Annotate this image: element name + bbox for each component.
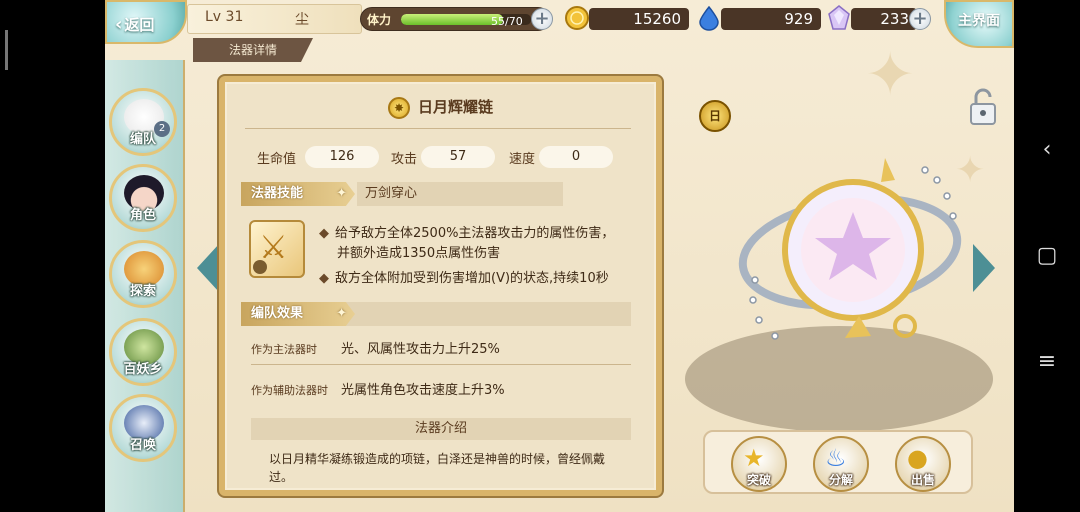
edge-indicator [5,30,8,70]
nav-item-summon[interactable]: 召唤 [109,394,177,462]
spd-value: 0 [539,146,613,168]
game-screen: ✦ ✦ ✦ ‹返回 Lv 31 尘 法器详情 体力 55/70 + 15260 … [105,0,1014,512]
atk-value: 57 [421,146,495,168]
sub-effect-value: 光属性角色攻击速度上升3% [341,383,505,398]
lock-button[interactable] [967,86,999,126]
spd-label: 速度 [509,152,536,167]
flame-icon: ♨ [825,444,847,472]
team-tag-label: 编队效果 [251,306,304,321]
sell-label: 出售 [910,473,935,487]
skill-sword-icon: ⚔ [249,220,305,278]
gold-coin-icon [565,6,589,30]
back-button[interactable]: ‹ 返回 [105,0,187,44]
sub-effect-label: 作为辅助法器时 [251,384,328,397]
bullet-diamond-icon: ◆ [319,271,329,286]
water-drop-icon [699,5,719,31]
arrow-right-icon [973,244,995,292]
main-effect-label: 作为主法器时 [251,343,317,356]
nav-item-label: 召唤 [129,438,156,453]
effect-divider [251,364,631,365]
sell-button[interactable]: ● 出售 [895,436,951,492]
add-stamina-button[interactable]: + [531,8,553,30]
tag-star-icon: ✦ [336,186,347,201]
skill-desc-text: 敌方全体附加受到伤害增加(V)的状态,持续10秒 [335,271,609,286]
next-artifact-button[interactable] [967,238,999,298]
rank-badge: 日 [699,100,731,132]
skill-tag-label: 法器技能 [251,186,304,201]
skill-section-tag: 法器技能 ✦ [241,182,355,206]
nav-item-character[interactable]: 角色 [109,164,177,232]
stamina-bar: 体力 55/70 [360,7,550,31]
stamina-label: 体力 [367,13,392,27]
nav-back-icon[interactable]: ‹ [1014,130,1080,170]
nav-item-label: 百妖乡 [123,362,163,377]
breakthrough-label: 突破 [746,473,771,487]
nav-menu-icon[interactable]: ≡ [1014,342,1080,382]
skill-desc-line: ◆ 给予敌方全体2500%主法器攻击力的属性伤害， [319,222,614,241]
skill-desc-text: 并额外造成1350点属性伤害 [337,246,501,261]
skill-desc-text: 给予敌方全体2500%主法器攻击力的属性伤害， [335,226,615,241]
skill-desc-line: 并额外造成1350点属性伤害 [337,242,500,261]
artifact-name: 日月辉耀链 [417,98,493,116]
decompose-label: 分解 [828,473,853,487]
bullet-diamond-icon: ◆ [319,226,329,241]
coins-icon: ● [907,444,928,472]
team-section-tag: 编队效果 ✦ [241,302,355,326]
skill-name: 万剑穿心 [357,182,563,206]
nav-item-label: 探索 [129,284,156,299]
crystal-icon [828,5,850,30]
hp-label: 生命值 [257,152,297,167]
double-star-icon: ★ [743,444,765,472]
stamina-value: 55/70 [491,15,523,28]
title-divider [245,128,631,129]
artifact-title-row: ✸ 日月辉耀链 [225,96,656,119]
system-nav-bar: ‹ ▢ ≡ [1014,0,1080,512]
breakthrough-button[interactable]: ★ 突破 [731,436,787,492]
hp-value: 126 [305,146,379,168]
system-left-bar [0,0,105,512]
skill-desc-line: ◆ 敌方全体附加受到伤害增加(V)的状态,持续10秒 [319,267,609,286]
back-label: 返回 [124,16,155,34]
nav-item-label: 角色 [129,208,156,223]
nav-item-yokai-village[interactable]: 百妖乡 [109,318,177,386]
main-menu-button[interactable]: 主界面 [944,0,1014,48]
crystal-amount: 233 [851,8,917,30]
artifact-detail-tab: 法器详情 [193,38,313,62]
nav-item-label: 编队 [129,132,156,147]
necklace-artifact-icon [738,158,962,340]
sun-emblem-icon: ✸ [387,96,410,119]
water-amount: 929 [721,8,821,30]
stamina-fill [401,14,504,25]
player-name: 尘 [295,12,309,28]
nav-item-explore[interactable]: 探索 [109,240,177,308]
gold-amount: 15260 [589,8,689,30]
main-effect-value: 光、风属性攻击力上升25% [341,342,500,357]
decompose-button[interactable]: ♨ 分解 [813,436,869,492]
atk-label: 攻击 [391,152,418,167]
intro-text: 以日月精华凝练锻造成的项链，白泽还是神兽的时候，曾经佩戴过。 [269,452,606,484]
intro-title: 法器介绍 [251,418,631,440]
artifact-detail-panel: ✸ 日月辉耀链 生命值 126 攻击 57 速度 0 法器技能 ✦ 万剑穿心 ⚔ ◆… [219,76,662,496]
nav-home-icon[interactable]: ▢ [1014,236,1080,276]
player-level: Lv 31 [205,9,244,25]
back-arrow-icon: ‹ [115,14,123,35]
arrow-left-icon [197,244,219,292]
skill-lock-icon [253,260,267,274]
nav-item-team[interactable]: 2 编队 [109,88,177,156]
add-crystal-button[interactable]: + [909,8,931,30]
action-panel: ★ 突破 ♨ 分解 ● 出售 [703,430,973,494]
decor-star-icon: ✦ [865,40,916,110]
tag-star-icon: ✦ [336,306,347,321]
